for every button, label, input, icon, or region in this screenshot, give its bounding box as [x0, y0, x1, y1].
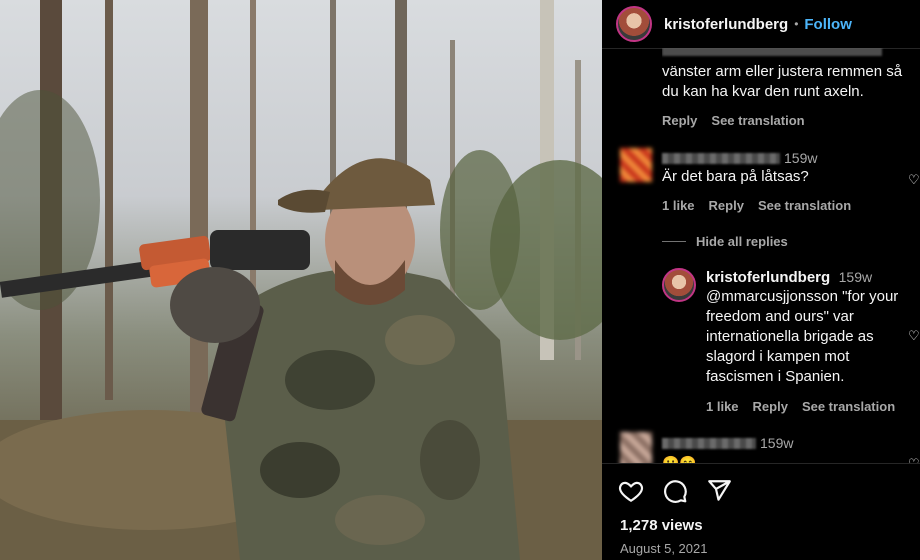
comment-actions: Reply See translation — [662, 113, 912, 128]
reply-item: kristoferlundberg 159w @mmarcusjjonsson … — [706, 269, 912, 414]
action-bar — [618, 478, 732, 504]
reply-button[interactable]: Reply — [753, 399, 788, 414]
reply-username[interactable]: kristoferlundberg — [706, 269, 830, 286]
reply-time: 159w — [838, 269, 873, 285]
clipped-text — [662, 48, 882, 57]
comment-header: 159w — [662, 150, 912, 166]
see-translation-button[interactable]: See translation — [758, 198, 851, 213]
heart-icon[interactable] — [618, 478, 644, 504]
reply-author-avatar[interactable] — [662, 268, 696, 302]
reply-button[interactable]: Reply — [662, 113, 697, 128]
commenter-username[interactable] — [662, 437, 756, 449]
post-date: August 5, 2021 — [620, 541, 708, 556]
hide-replies-row[interactable]: Hide all replies — [662, 234, 788, 249]
comment-time: 159w — [784, 150, 818, 166]
comment-text: Är det bara på låtsas? — [662, 168, 809, 185]
reply-like-icon[interactable]: ♡ — [908, 328, 920, 344]
reply-header: kristoferlundberg 159w — [706, 269, 912, 287]
reply-actions: 1 like Reply See translation — [706, 399, 912, 414]
reply-text: @mmarcusjjonsson "for your freedom and o… — [706, 288, 899, 385]
commenter-avatar[interactable] — [620, 432, 652, 463]
share-icon[interactable] — [706, 478, 732, 504]
comment-clipped-line — [662, 48, 912, 62]
comment-actions: 1 like Reply See translation — [662, 198, 912, 213]
author-username[interactable]: kristoferlundberg — [664, 16, 788, 33]
commenter-avatar[interactable] — [620, 148, 652, 182]
post-panel: kristoferlundberg • Follow vänster arm e… — [602, 0, 920, 560]
comment-item: 159w 😀😄 — [662, 435, 912, 463]
comment-text: vänster arm eller justera remmen så du k… — [662, 63, 903, 100]
video-frame[interactable] — [0, 0, 602, 560]
separator-dot: • — [794, 17, 799, 31]
comment-text: 😀😄 — [662, 455, 697, 463]
comment-item: 159w Är det bara på låtsas? 1 like Reply… — [662, 150, 912, 213]
comment-item: vänster arm eller justera remmen så du k… — [662, 48, 912, 128]
video-scene — [0, 0, 602, 560]
post-header: kristoferlundberg • Follow — [602, 0, 920, 49]
commenter-username[interactable] — [662, 152, 780, 164]
replies-divider — [662, 241, 686, 242]
likes-count[interactable]: 1 like — [662, 198, 695, 213]
follow-button[interactable]: Follow — [804, 16, 852, 33]
comments-list[interactable]: vänster arm eller justera remmen så du k… — [602, 48, 920, 463]
comment-like-icon[interactable]: ♡ — [908, 456, 920, 463]
views-count[interactable]: 1,278 views — [620, 517, 703, 534]
author-avatar[interactable] — [616, 6, 652, 42]
hide-replies-button[interactable]: Hide all replies — [696, 234, 788, 249]
comment-icon[interactable] — [662, 478, 688, 504]
see-translation-button[interactable]: See translation — [802, 399, 895, 414]
comment-like-icon[interactable]: ♡ — [908, 172, 920, 188]
comment-header: 159w — [662, 435, 912, 451]
comment-time: 159w — [760, 435, 794, 451]
see-translation-button[interactable]: See translation — [711, 113, 804, 128]
likes-count[interactable]: 1 like — [706, 399, 739, 414]
post-footer: 1,278 views August 5, 2021 — [602, 463, 920, 560]
reply-button[interactable]: Reply — [709, 198, 744, 213]
